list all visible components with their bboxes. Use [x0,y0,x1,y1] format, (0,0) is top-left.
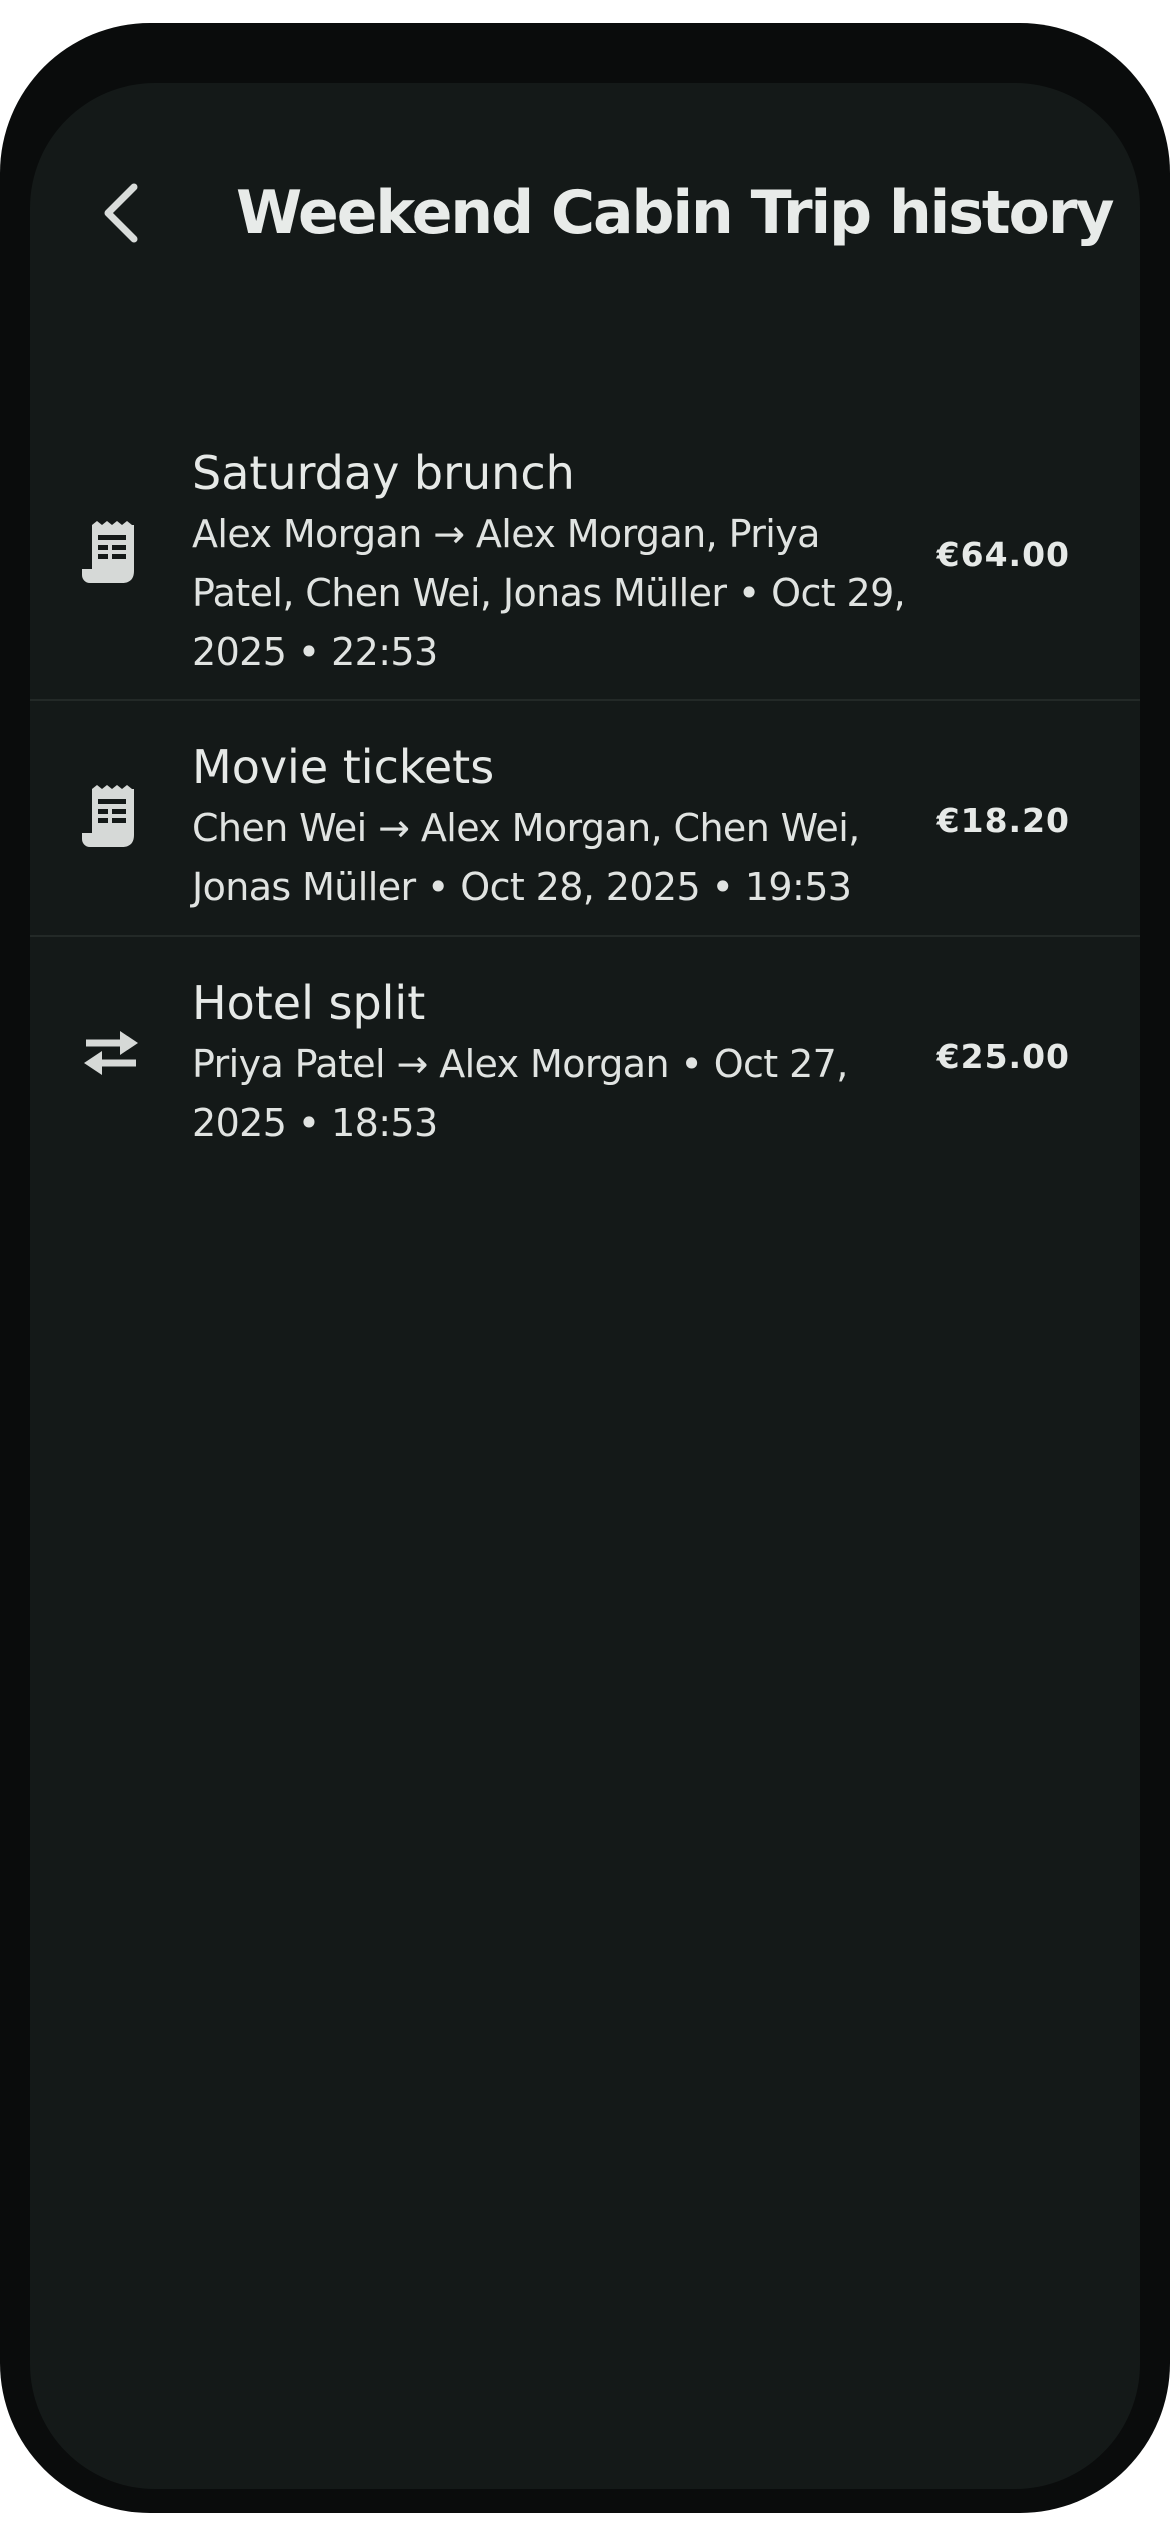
receipt-icon [82,521,140,585]
transaction-meta: Alex Morgan → Alex Morgan, Priya Patel, … [192,512,906,674]
transaction-amount: €64.00 [936,535,1070,574]
transfer-icon [82,1021,140,1085]
back-button[interactable] [80,168,160,258]
transaction-list: Saturday brunch Alex Morgan → Alex Morga… [30,403,1140,1171]
transaction-row[interactable]: Saturday brunch Alex Morgan → Alex Morga… [30,403,1140,701]
transaction-title: Saturday brunch [192,446,575,500]
transaction-text: Movie tickets Chen Wei → Alex Morgan, Ch… [192,737,912,917]
transaction-text: Saturday brunch Alex Morgan → Alex Morga… [192,443,912,682]
transaction-text: Hotel split Priya Patel → Alex Morgan • … [192,973,912,1153]
transaction-amount: €18.20 [936,801,1070,840]
transaction-title: Hotel split [192,976,426,1030]
app-screen: Weekend Cabin Trip history Saturday brun… [30,83,1140,2489]
transaction-meta: Chen Wei → Alex Morgan, Chen Wei, Jonas … [192,806,860,909]
transaction-meta: Priya Patel → Alex Morgan • Oct 27, 2025… [192,1042,848,1145]
chevron-left-icon [104,183,138,243]
receipt-icon [82,785,140,849]
transaction-row[interactable]: Movie tickets Chen Wei → Alex Morgan, Ch… [30,701,1140,937]
app-header: Weekend Cabin Trip history [30,83,1140,323]
transaction-amount: €25.00 [936,1037,1070,1076]
phone-frame: Weekend Cabin Trip history Saturday brun… [0,23,1170,2513]
transaction-row[interactable]: Hotel split Priya Patel → Alex Morgan • … [30,937,1140,1171]
page-title: Weekend Cabin Trip history [236,178,1115,248]
transaction-title: Movie tickets [192,740,495,794]
